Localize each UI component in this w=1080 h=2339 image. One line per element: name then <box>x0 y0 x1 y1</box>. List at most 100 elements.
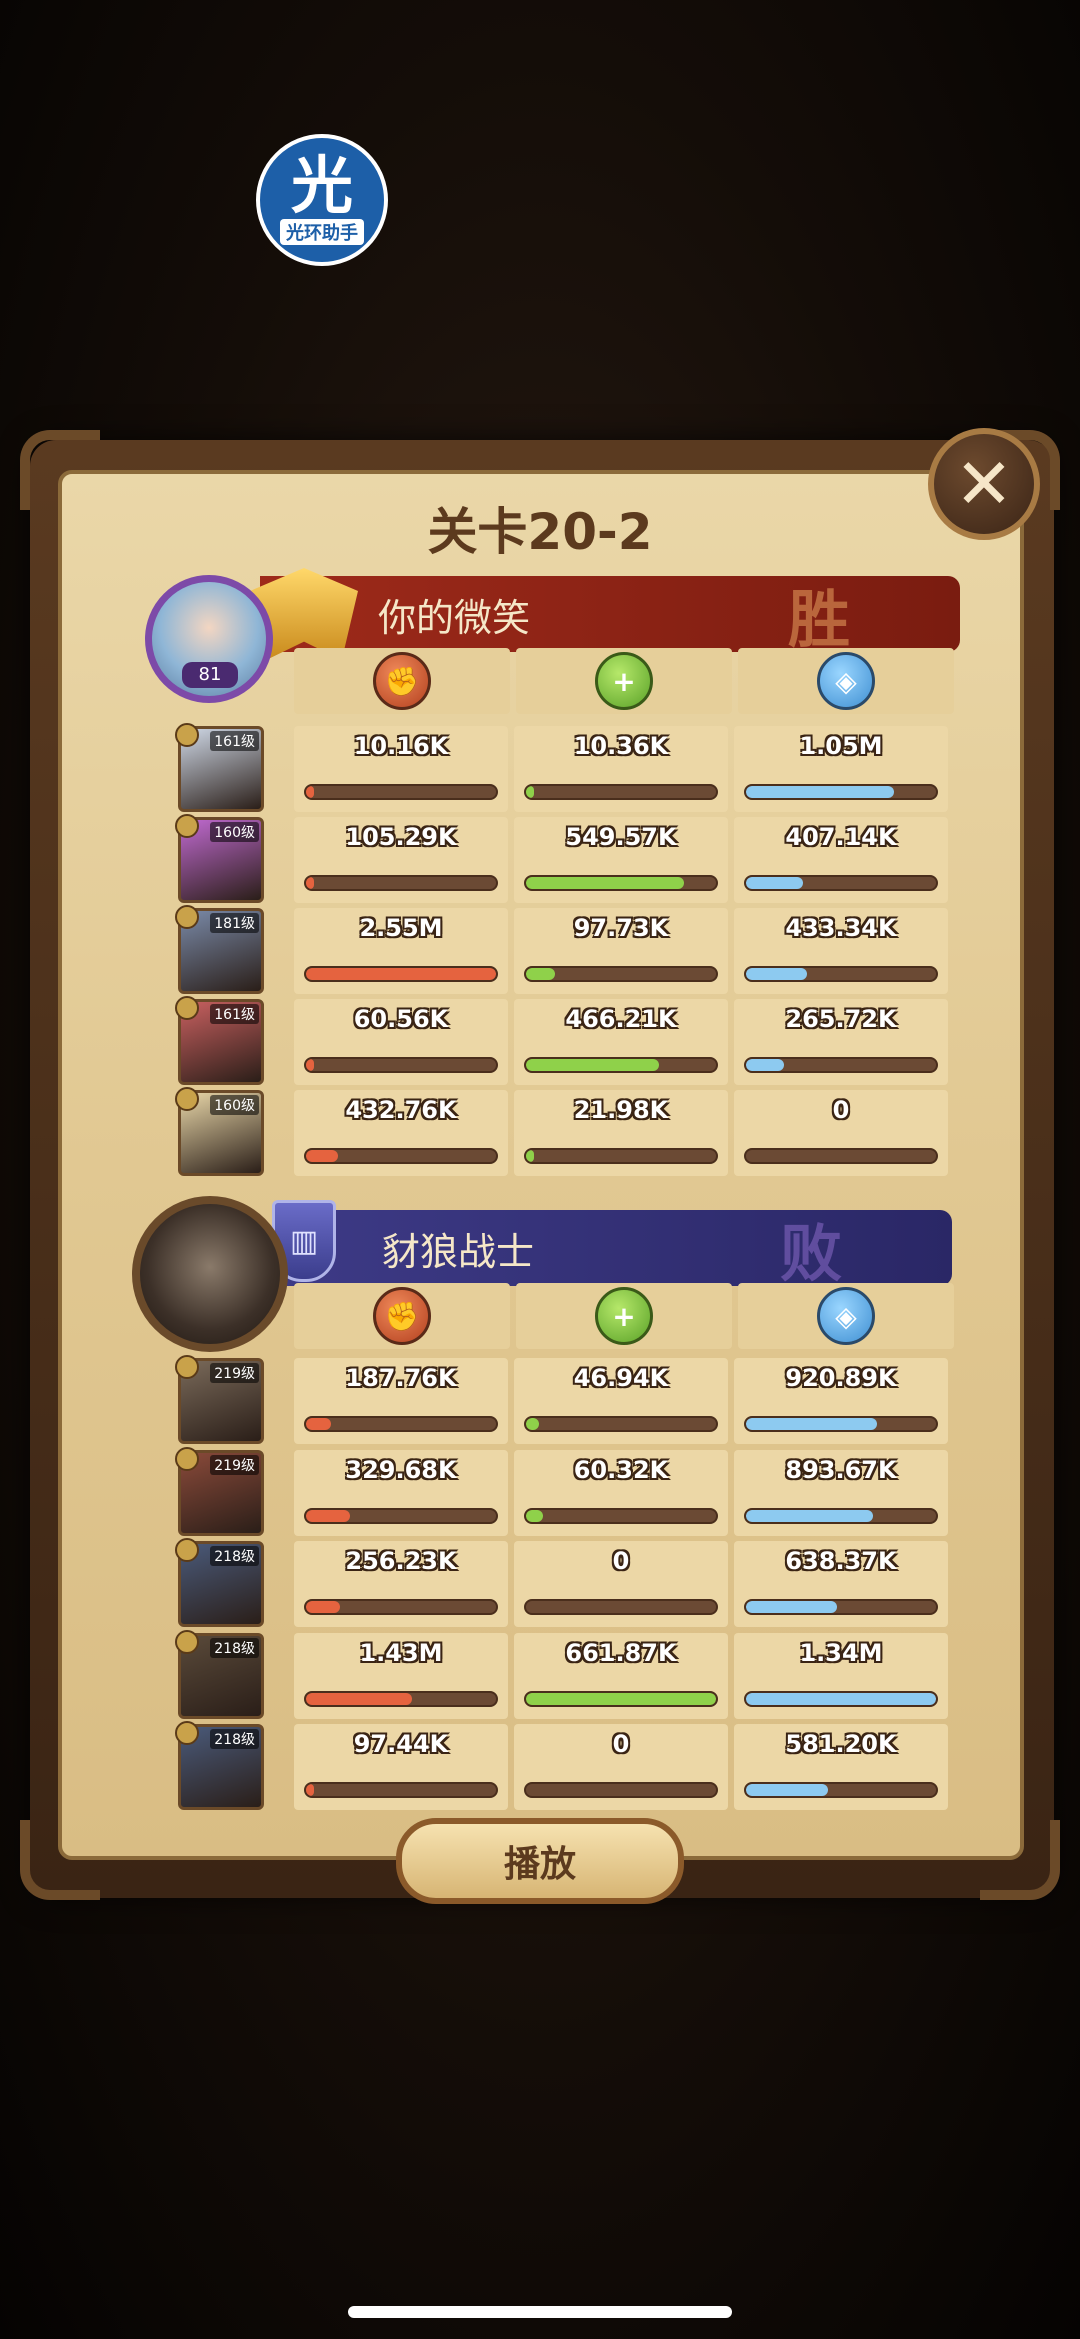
damage-bar <box>304 1690 498 1707</box>
defense-header: ◈ <box>738 1283 954 1349</box>
damage-stat: 187.76K <box>294 1358 508 1444</box>
hero-stat-row[interactable]: 181级 2.55M 97.73K 433.34K <box>142 905 962 994</box>
defense-stat: 1.34M <box>734 1632 948 1719</box>
heal-value: 60.32K <box>573 1455 669 1484</box>
hero-portrait[interactable]: 218级 <box>175 1538 264 1627</box>
defense-stat: 1.05M <box>734 726 948 812</box>
defense-bar-fill <box>746 1509 874 1522</box>
hero-portrait[interactable]: 218级 <box>175 1721 264 1810</box>
damage-value: 60.56K <box>353 1005 449 1033</box>
defense-bar <box>744 966 938 982</box>
heal-bar <box>524 966 718 982</box>
heal-bar-fill <box>526 877 684 889</box>
hero-level: 161级 <box>210 731 259 751</box>
defense-bar-fill <box>746 1692 936 1705</box>
play-button[interactable]: 播放 <box>396 1818 684 1904</box>
defense-stat: 407.14K <box>734 817 948 903</box>
heal-stat: 466.21K <box>514 999 728 1085</box>
heal-bar <box>524 1507 718 1524</box>
home-indicator[interactable] <box>348 2306 732 2318</box>
heal-bar-fill <box>526 1150 534 1162</box>
heal-stat: 21.98K <box>514 1090 728 1176</box>
defense-bar <box>744 1690 938 1707</box>
damage-bar-fill <box>306 786 314 798</box>
heal-bar-fill <box>526 968 555 980</box>
hero-portrait[interactable]: 161级 <box>175 996 264 1085</box>
enemy-name: 豺狼战士 <box>382 1229 535 1274</box>
defense-value: 1.05M <box>799 732 883 760</box>
heal-bar <box>524 784 718 800</box>
shield-icon: ◈ <box>817 652 875 710</box>
hero-class-icon <box>175 1087 199 1111</box>
defense-value: 581.20K <box>785 1730 897 1758</box>
heal-bar <box>524 875 718 891</box>
heal-value: 97.73K <box>573 914 669 942</box>
damage-bar-fill <box>306 1601 341 1613</box>
defeat-label: 败 <box>779 1217 842 1290</box>
heal-value: 466.21K <box>565 1005 677 1033</box>
defense-value: 920.89K <box>785 1364 897 1392</box>
heal-value: 661.87K <box>565 1638 677 1667</box>
damage-bar <box>304 875 498 891</box>
hero-portrait[interactable]: 219级 <box>175 1446 264 1536</box>
player-level: 81 <box>182 662 238 688</box>
hero-stat-row[interactable]: 218级 97.44K 0 581.20K <box>142 1721 962 1810</box>
heal-bar <box>524 1057 718 1073</box>
heal-value: 0 <box>612 1547 630 1575</box>
watermark-glyph: 光 <box>290 149 353 222</box>
hero-stat-row[interactable]: 161级 60.56K 466.21K 265.72K <box>142 996 962 1085</box>
damage-stat: 2.55M <box>294 908 508 994</box>
hero-stat-row[interactable]: 160级 105.29K 549.57K 407.14K <box>142 814 962 903</box>
hero-class-icon <box>175 1721 199 1745</box>
heal-value: 10.36K <box>573 732 669 760</box>
hero-portrait[interactable]: 181级 <box>175 905 264 994</box>
defense-stat: 0 <box>734 1090 948 1176</box>
shield-icon: ◈ <box>817 1287 875 1345</box>
hero-stat-row[interactable]: 219级 329.68K 60.32K 893.67K <box>142 1446 962 1536</box>
hero-portrait[interactable]: 218级 <box>175 1629 264 1719</box>
defense-bar-fill <box>746 1059 784 1071</box>
hero-stat-row[interactable]: 160级 432.76K 21.98K 0 <box>142 1087 962 1176</box>
damage-value: 329.68K <box>345 1455 457 1484</box>
defense-bar <box>744 1416 938 1432</box>
enemy-stat-header: ✊ + ◈ <box>294 1283 960 1349</box>
defense-value: 265.72K <box>785 1005 897 1033</box>
damage-value: 10.16K <box>353 732 449 760</box>
damage-value: 2.55M <box>359 914 443 942</box>
hero-stat-row[interactable]: 219级 187.76K 46.94K 920.89K <box>142 1355 962 1444</box>
damage-bar-fill <box>306 877 314 889</box>
damage-bar-fill <box>306 1784 314 1796</box>
damage-stat: 60.56K <box>294 999 508 1085</box>
hero-class-icon <box>175 1446 199 1471</box>
defense-value: 638.37K <box>785 1547 897 1575</box>
heal-plus-icon: + <box>595 652 653 710</box>
damage-bar <box>304 1782 498 1798</box>
hero-class-icon <box>175 814 199 838</box>
hero-portrait[interactable]: 160级 <box>175 1087 264 1176</box>
defense-bar-fill <box>746 786 895 798</box>
hero-level: 218级 <box>210 1729 259 1749</box>
hero-portrait[interactable]: 219级 <box>175 1355 264 1444</box>
defense-stat: 581.20K <box>734 1724 948 1810</box>
defense-stat: 433.34K <box>734 908 948 994</box>
damage-stat: 97.44K <box>294 1724 508 1810</box>
defense-bar-fill <box>746 968 807 980</box>
defense-bar-fill <box>746 1418 878 1430</box>
damage-bar <box>304 784 498 800</box>
heal-stat: 0 <box>514 1541 728 1627</box>
hero-portrait[interactable]: 160级 <box>175 814 264 903</box>
defense-bar-fill <box>746 877 803 889</box>
defense-bar <box>744 1057 938 1073</box>
hero-level: 219级 <box>210 1363 259 1383</box>
damage-header: ✊ <box>294 648 510 714</box>
defense-value: 893.67K <box>785 1455 897 1484</box>
hero-portrait[interactable]: 161级 <box>175 723 264 812</box>
defense-value: 433.34K <box>785 914 897 942</box>
hero-stat-row[interactable]: 218级 1.43M 661.87K 1.34M <box>142 1629 962 1719</box>
damage-value: 1.43M <box>359 1638 443 1667</box>
heal-value: 0 <box>612 1730 630 1758</box>
hero-stat-row[interactable]: 161级 10.16K 10.36K 1.05M <box>142 723 962 812</box>
heal-bar-fill <box>526 1509 544 1522</box>
hero-stat-row[interactable]: 218级 256.23K 0 638.37K <box>142 1538 962 1627</box>
heal-stat: 0 <box>514 1724 728 1810</box>
